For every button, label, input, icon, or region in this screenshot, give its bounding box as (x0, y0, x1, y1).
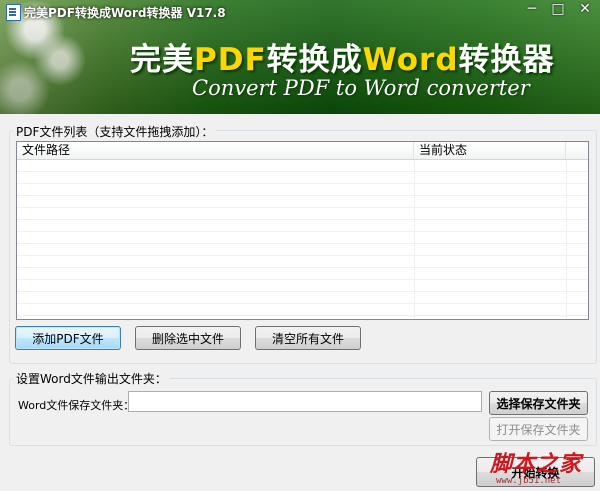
output-folder-field[interactable] (128, 391, 482, 412)
delete-selected-button[interactable]: 删除选中文件 (135, 326, 241, 350)
clear-all-button[interactable]: 清空所有文件 (255, 326, 361, 350)
watermark: 脚本之家 www.jb51.net (476, 446, 596, 490)
pdf-file-list[interactable]: 文件路径 当前状态 (16, 141, 589, 320)
minimize-icon[interactable]: ─ (519, 0, 545, 18)
choose-folder-button[interactable]: 选择保存文件夹 (489, 391, 588, 415)
column-header-status[interactable]: 当前状态 (414, 142, 566, 159)
banner-subtitle: Convert PDF to Word converter (192, 76, 530, 100)
app-window: 完美PDF转换成Word转换器 Convert PDF to Word conv… (0, 0, 600, 491)
watermark-text: 脚本之家 (490, 451, 583, 477)
add-pdf-button[interactable]: 添加PDF文件 (15, 326, 121, 350)
window-title: 完美PDF转换成Word转换器 V17.8 (24, 6, 226, 20)
output-legend: 设置Word文件输出文件夹： (13, 370, 170, 387)
maximize-icon[interactable]: □ (545, 0, 571, 18)
watermark-url: www.jb51.net (496, 476, 562, 486)
banner-title: 完美PDF转换成Word转换器 (130, 42, 555, 78)
pdf-list-legend: PDF文件列表（支持文件拖拽添加）： (13, 123, 217, 140)
folder-label: Word文件保存文件夹： (18, 399, 135, 412)
title-bar[interactable]: 完美PDF转换成Word转换器 V17.8 ─ □ ✕ (0, 0, 600, 24)
column-header-path[interactable]: 文件路径 (17, 142, 414, 159)
close-icon[interactable]: ✕ (572, 0, 598, 18)
open-folder-button[interactable]: 打开保存文件夹 (489, 417, 588, 441)
list-header: 文件路径 当前状态 (17, 142, 588, 160)
app-icon (6, 4, 21, 21)
